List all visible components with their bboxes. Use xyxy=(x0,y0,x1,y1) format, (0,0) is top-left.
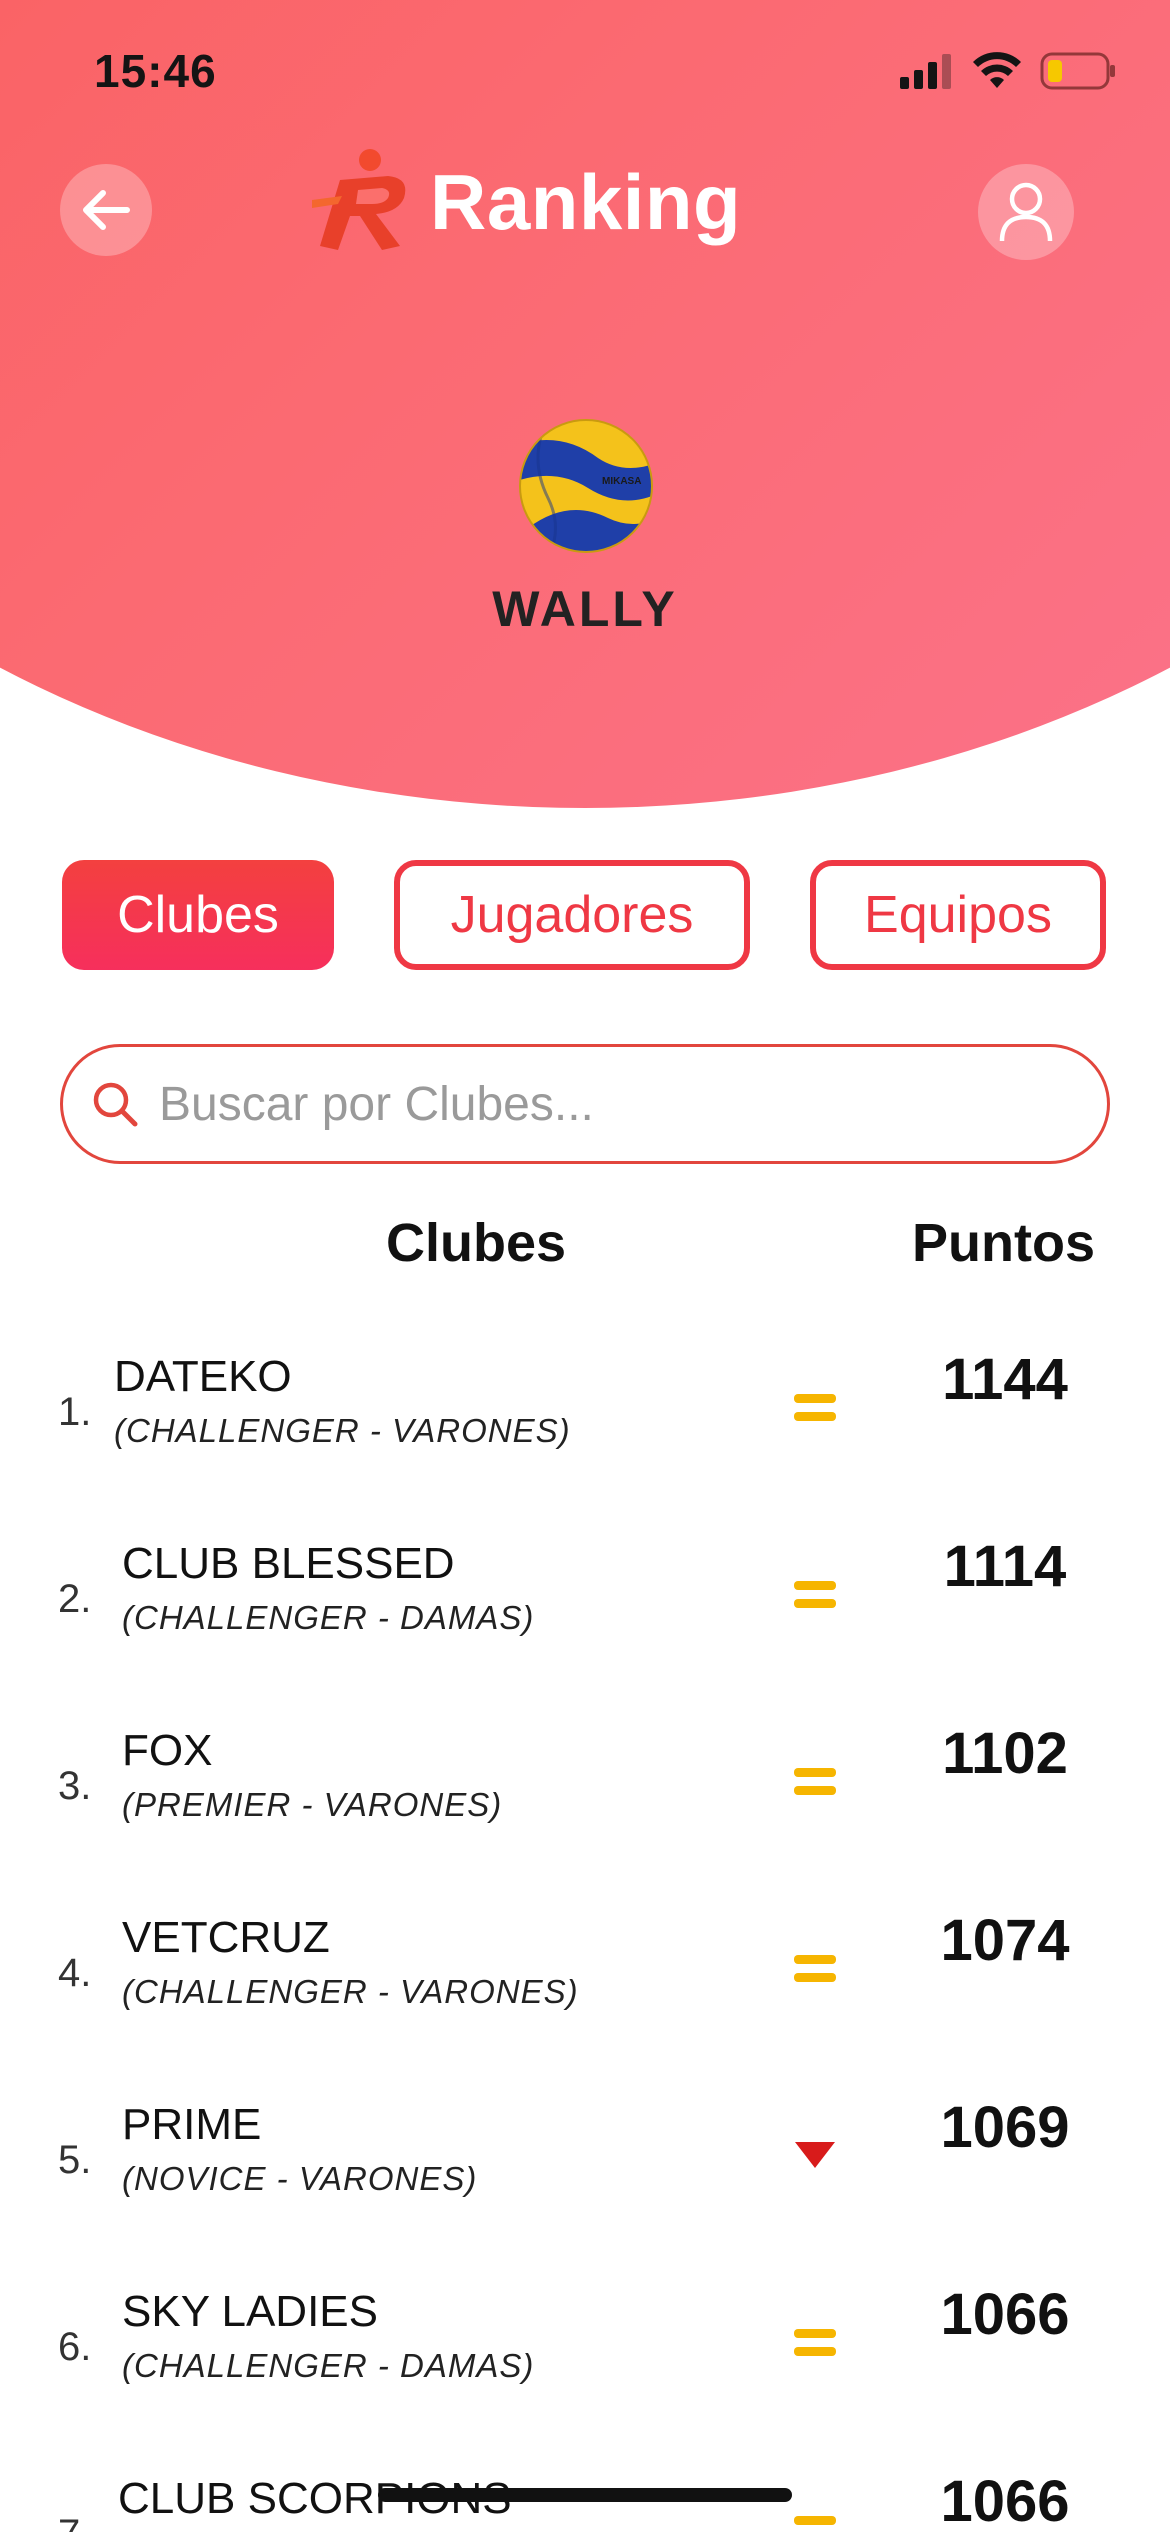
status-time: 15:46 xyxy=(94,45,217,97)
club-name: CLUB BLESSED xyxy=(122,1539,455,1588)
ball-brand-text: MIKASA xyxy=(602,476,641,487)
table-row[interactable]: 4. VETCRUZ (CHALLENGER - VARONES) 1074 xyxy=(0,1891,1170,2078)
club-points: 1074 xyxy=(940,1908,1070,1973)
trend-equal-icon xyxy=(794,2329,836,2356)
ranking-screen: 15:46 Ranking MIKASA WALLY Clubes Jugado… xyxy=(0,0,1170,2532)
club-category: (NOVICE - VARONES) xyxy=(122,2160,478,2197)
trend-equal-icon xyxy=(794,1581,836,1608)
club-category: (PREMIER - VARONES) xyxy=(122,1786,503,1823)
rank-number: 1. xyxy=(58,1390,92,1434)
club-category: (CHALLENGER - DAMAS) xyxy=(122,1599,535,1636)
club-points: 1066 xyxy=(940,2282,1070,2347)
tab-jugadores[interactable]: Jugadores xyxy=(394,860,750,970)
wifi-icon xyxy=(973,52,1021,88)
club-points: 1114 xyxy=(943,1534,1067,1599)
club-points: 1144 xyxy=(942,1347,1068,1412)
rank-number: 3. xyxy=(58,1764,92,1808)
trend-equal-icon xyxy=(794,1768,836,1795)
runner-logo-icon xyxy=(312,149,406,250)
trend-equal-icon xyxy=(794,1394,836,1421)
column-header-puntos: Puntos xyxy=(912,1213,1095,1273)
club-category: (CHALLENGER - VARONES) xyxy=(114,1412,571,1449)
sport-name: WALLY xyxy=(492,581,678,637)
club-name: VETCRUZ xyxy=(122,1913,330,1962)
tab-clubes[interactable]: Clubes xyxy=(62,860,334,970)
search-bar[interactable] xyxy=(60,1044,1110,1164)
club-points: 1102 xyxy=(942,1721,1068,1786)
table-row[interactable]: 1. DATEKO (CHALLENGER - VARONES) 1144 xyxy=(0,1330,1170,1517)
table-row[interactable]: 3. FOX (PREMIER - VARONES) 1102 xyxy=(0,1704,1170,1891)
club-category: (CHALLENGER - VARONES) xyxy=(122,1973,579,2010)
column-header-clubes: Clubes xyxy=(386,1213,567,1273)
battery-icon xyxy=(1040,52,1115,90)
rank-number: 2. xyxy=(58,1577,92,1621)
trend-equal-icon xyxy=(794,1955,836,1982)
volleyball-icon: MIKASA xyxy=(519,419,653,553)
club-points: 1069 xyxy=(940,2095,1070,2160)
page-title: Ranking xyxy=(430,157,742,246)
club-points: 1066 xyxy=(940,2469,1070,2532)
table-row[interactable]: 5. PRIME (NOVICE - VARONES) 1069 xyxy=(0,2078,1170,2265)
club-name: PRIME xyxy=(122,2100,262,2149)
cellular-signal-icon xyxy=(900,54,951,89)
rank-number: 6. xyxy=(58,2325,92,2369)
rank-number: 5. xyxy=(58,2138,92,2182)
club-name: FOX xyxy=(122,1726,213,1775)
profile-button[interactable] xyxy=(978,164,1074,260)
rank-number: 7. xyxy=(58,2512,91,2532)
search-input[interactable] xyxy=(157,1075,1041,1133)
trend-equal-icon xyxy=(794,2516,836,2525)
arrow-left-icon xyxy=(83,190,130,230)
rank-number: 4. xyxy=(58,1951,92,1995)
status-icons xyxy=(900,52,1116,90)
trend-down-icon xyxy=(795,2142,835,2168)
club-category: (CHALLENGER - DAMAS) xyxy=(122,2347,535,2384)
tab-equipos[interactable]: Equipos xyxy=(810,860,1106,970)
back-button[interactable] xyxy=(60,164,152,256)
user-icon xyxy=(999,182,1053,242)
search-icon xyxy=(93,1082,138,1127)
table-row[interactable]: 6. SKY LADIES (CHALLENGER - DAMAS) 1066 xyxy=(0,2265,1170,2452)
brand: Ranking xyxy=(312,146,741,258)
table-row[interactable]: 2. CLUB BLESSED (CHALLENGER - DAMAS) 1114 xyxy=(0,1517,1170,1704)
header-background xyxy=(0,0,1170,808)
home-indicator[interactable] xyxy=(378,2488,792,2502)
club-name: DATEKO xyxy=(114,1352,292,1401)
club-name: SKY LADIES xyxy=(122,2287,378,2336)
